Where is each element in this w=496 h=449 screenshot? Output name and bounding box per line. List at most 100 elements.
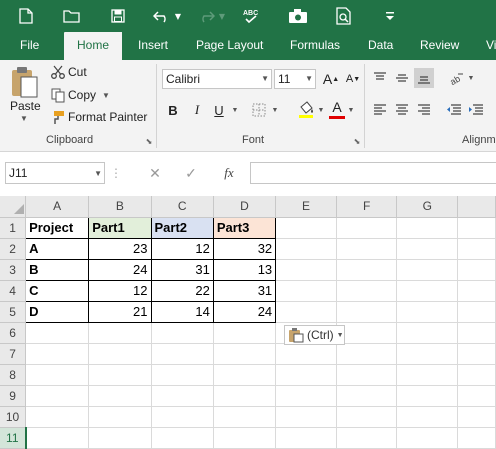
cell-a1[interactable]: Project [25, 216, 90, 239]
cell-c2[interactable]: 12 [150, 237, 214, 260]
cell[interactable] [25, 385, 90, 407]
font-color-icon[interactable]: A [328, 98, 346, 120]
tab-view[interactable]: Vi [486, 32, 496, 60]
cell[interactable] [396, 238, 459, 260]
cell[interactable] [275, 238, 337, 260]
orientation-dropdown-icon[interactable]: ▼ [466, 68, 476, 88]
row-header[interactable]: 4 [0, 280, 27, 302]
copy-icon[interactable] [50, 87, 66, 103]
cell-d5[interactable]: 24 [212, 300, 277, 323]
cell[interactable] [88, 427, 152, 449]
row-header[interactable]: 5 [0, 301, 27, 323]
undo-dropdown-icon[interactable]: ▼ [172, 4, 184, 28]
row-header[interactable]: 3 [0, 259, 27, 281]
row-header[interactable]: 1 [0, 217, 27, 239]
cut-button[interactable]: Cut [68, 65, 87, 79]
cell[interactable] [88, 406, 152, 428]
cell-b1[interactable]: Part1 [88, 216, 152, 239]
cell[interactable] [457, 385, 496, 407]
cell[interactable] [151, 406, 214, 428]
cell[interactable] [396, 217, 459, 239]
row-header[interactable]: 8 [0, 364, 27, 386]
clipboard-launcher-icon[interactable]: ⬊ [144, 136, 154, 146]
font-launcher-icon[interactable]: ⬊ [352, 136, 362, 146]
tab-insert[interactable]: Insert [138, 32, 168, 60]
row-header[interactable]: 7 [0, 343, 27, 365]
cell[interactable] [275, 217, 337, 239]
paste-button[interactable]: Paste [10, 99, 41, 113]
font-color-dropdown-icon[interactable]: ▼ [346, 100, 356, 120]
name-box[interactable]: J11 ▼ [5, 162, 105, 184]
cell-c5[interactable]: 14 [150, 300, 214, 323]
font-size-dropdown-icon[interactable]: ▼ [305, 70, 313, 88]
cell[interactable] [457, 322, 496, 344]
format-painter-icon[interactable] [50, 109, 66, 125]
align-center-icon[interactable] [392, 100, 412, 120]
cell[interactable] [396, 427, 459, 449]
worksheet-grid[interactable]: A B C D E F G 1 Project Part1 Part2 Part… [0, 196, 496, 449]
cut-icon[interactable] [50, 64, 66, 80]
cell[interactable] [457, 301, 496, 323]
cell[interactable] [457, 427, 496, 449]
customize-qat-icon[interactable] [378, 4, 402, 28]
align-left-icon[interactable] [370, 100, 390, 120]
cell[interactable] [336, 259, 398, 281]
tab-file[interactable]: File [20, 32, 39, 60]
font-size-combo[interactable]: 11 ▼ [274, 69, 316, 89]
cell[interactable] [336, 238, 398, 260]
format-painter-button[interactable]: Format Painter [68, 110, 147, 124]
undo-icon[interactable] [150, 4, 174, 28]
insert-function-button[interactable]: fx [218, 164, 240, 182]
cell-d3[interactable]: 13 [212, 258, 277, 281]
cell[interactable] [275, 364, 337, 386]
cell[interactable] [213, 343, 277, 365]
cell[interactable] [25, 343, 90, 365]
tab-data[interactable]: Data [368, 32, 393, 60]
italic-button[interactable]: I [188, 100, 206, 120]
increase-font-size-button[interactable]: A ▲ [322, 69, 340, 89]
cell-c4[interactable]: 22 [150, 279, 214, 302]
increase-indent-icon[interactable] [466, 100, 486, 120]
cell-d2[interactable]: 32 [212, 237, 277, 260]
cell[interactable] [25, 406, 90, 428]
cell-a4[interactable]: C [25, 279, 90, 302]
cell-a5[interactable]: D [25, 300, 90, 323]
column-header-d[interactable]: D [213, 196, 277, 218]
cell[interactable] [88, 322, 152, 344]
cell[interactable] [213, 385, 277, 407]
open-folder-icon[interactable] [60, 4, 84, 28]
borders-dropdown-icon[interactable]: ▼ [270, 100, 280, 120]
new-file-icon[interactable] [14, 4, 38, 28]
cell[interactable] [457, 238, 496, 260]
camera-icon[interactable] [286, 4, 310, 28]
column-header-c[interactable]: C [151, 196, 214, 218]
column-header-a[interactable]: A [25, 196, 90, 218]
cell[interactable] [336, 364, 398, 386]
tab-page-layout[interactable]: Page Layout [196, 32, 263, 60]
cell[interactable] [275, 343, 337, 365]
font-name-combo[interactable]: Calibri ▼ [162, 69, 272, 89]
column-header-h[interactable] [457, 196, 496, 218]
cell[interactable] [151, 343, 214, 365]
cell-b5[interactable]: 21 [88, 300, 152, 323]
fill-color-icon[interactable] [296, 98, 316, 120]
cell[interactable] [336, 406, 398, 428]
cell[interactable] [275, 259, 337, 281]
save-icon[interactable] [106, 4, 130, 28]
formula-bar-grip-icon[interactable]: ⋮ [110, 164, 122, 182]
paste-options-button[interactable]: (Ctrl) ▼ [284, 325, 345, 345]
cell[interactable] [396, 343, 459, 365]
underline-button[interactable]: U [210, 100, 228, 120]
bottom-align-icon[interactable] [414, 68, 434, 88]
cell[interactable] [336, 385, 398, 407]
cell[interactable] [88, 364, 152, 386]
cell[interactable] [213, 427, 277, 449]
cell-c3[interactable]: 31 [150, 258, 214, 281]
font-name-dropdown-icon[interactable]: ▼ [261, 70, 269, 88]
bold-button[interactable]: B [164, 100, 182, 120]
cell-a2[interactable]: A [25, 237, 90, 260]
paste-dropdown-icon[interactable]: ▼ [20, 114, 28, 123]
cell[interactable] [275, 301, 337, 323]
cell-b4[interactable]: 12 [88, 279, 152, 302]
cell[interactable] [457, 343, 496, 365]
